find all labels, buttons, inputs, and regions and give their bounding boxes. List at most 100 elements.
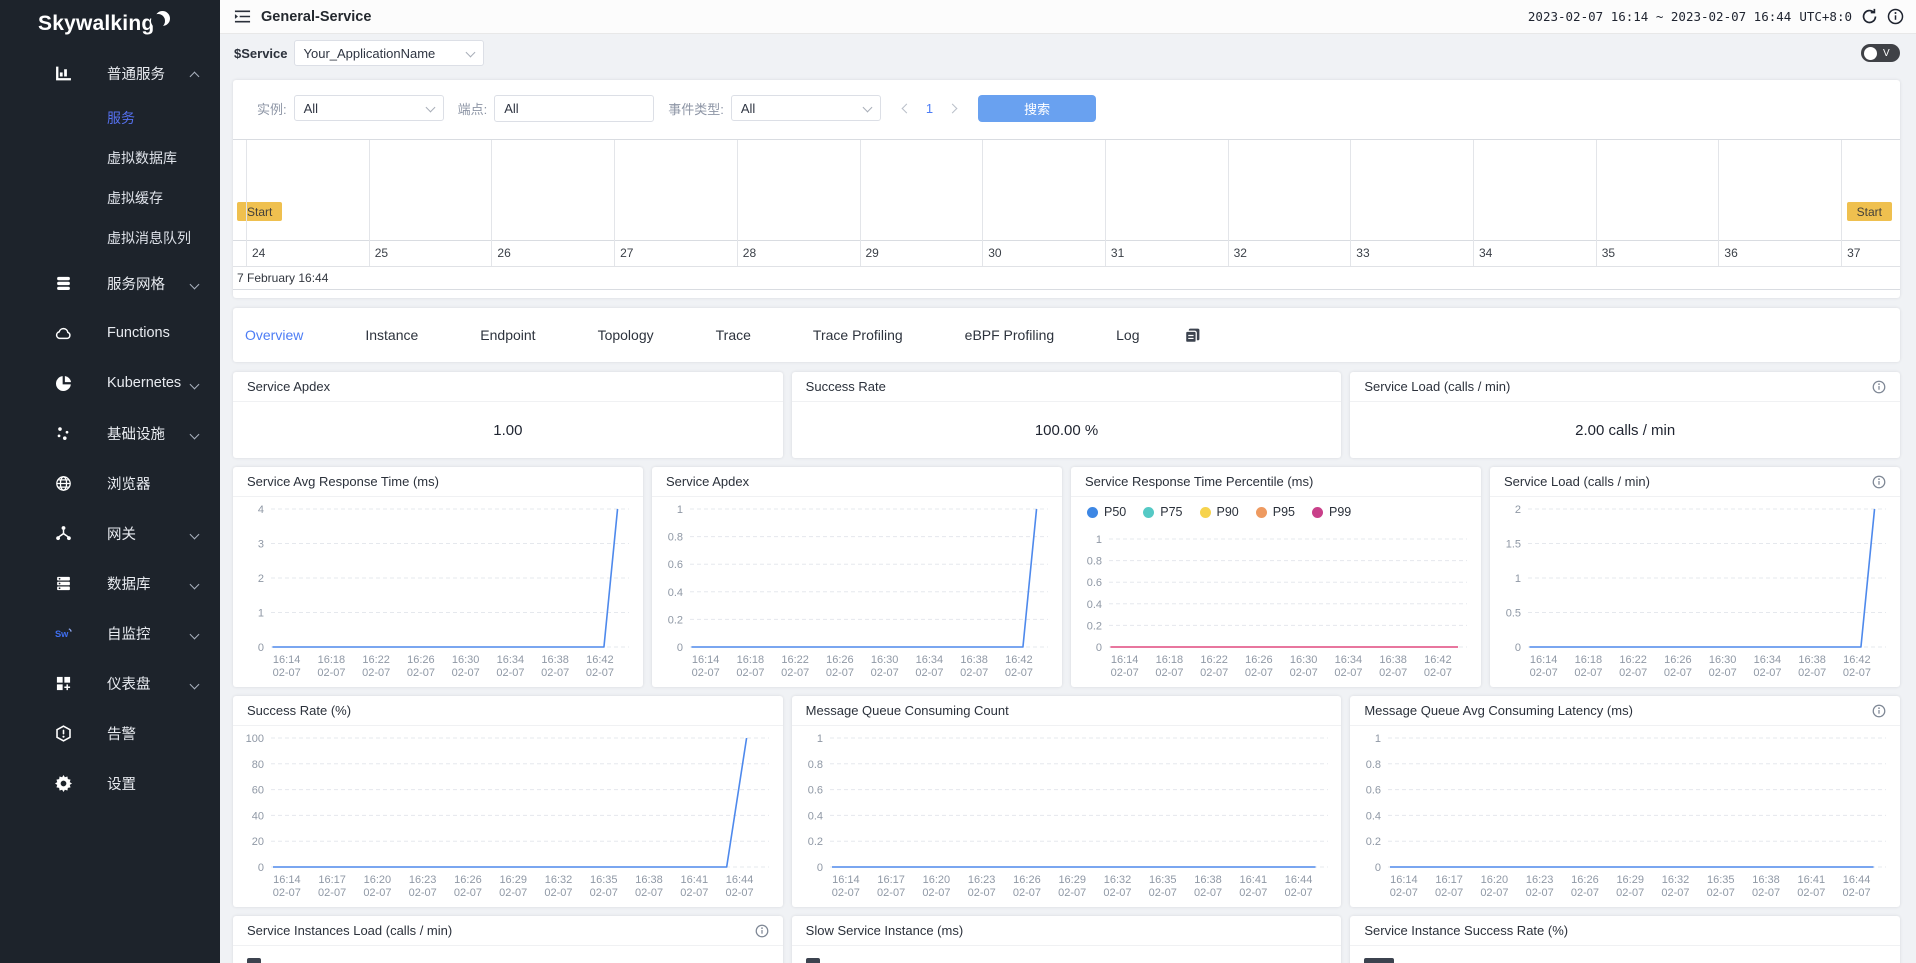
legend-item-p99[interactable]: P99 [1312, 505, 1351, 519]
service-label: $Service [234, 46, 288, 61]
event-start-badge[interactable]: Start [237, 202, 282, 221]
sidebar-item-label: 仪表盘 [107, 673, 151, 694]
sidebar-subitem-虚拟消息队列[interactable]: 虚拟消息队列 [0, 218, 220, 258]
info-icon[interactable] [1872, 704, 1886, 718]
sidebar-item-Functions[interactable]: Functions [0, 308, 220, 358]
skywalking-logo[interactable]: Skywalking [0, 0, 220, 48]
sidebar-item-自监控[interactable]: Sw自监控 [0, 608, 220, 658]
svg-text:16:22: 16:22 [1619, 654, 1647, 666]
info-icon[interactable] [755, 924, 769, 938]
sidebar-item-label: 基础设施 [107, 423, 165, 444]
svg-text:0.4: 0.4 [807, 810, 822, 822]
sidebar-item-Kubernetes[interactable]: Kubernetes [0, 358, 220, 408]
svg-text:02-07: 02-07 [273, 887, 301, 899]
sidebar-item-设置[interactable]: 设置 [0, 758, 220, 808]
timeline-gridline [1105, 140, 1106, 266]
svg-text:0.2: 0.2 [668, 614, 683, 626]
svg-text:16:44: 16:44 [1843, 874, 1871, 886]
svg-text:16:30: 16:30 [871, 654, 899, 666]
svg-text:16:44: 16:44 [1284, 874, 1312, 886]
line-chart: 4321016:1402-0716:1802-0716:2202-0716:26… [233, 497, 643, 687]
svg-text:0.6: 0.6 [1366, 785, 1381, 797]
refresh-icon[interactable] [1861, 8, 1878, 25]
svg-text:1.5: 1.5 [1506, 539, 1521, 551]
chart-card-instances-load: Service Instances Load (calls / min) [233, 916, 783, 963]
svg-text:1: 1 [1515, 573, 1521, 585]
stat-value: 2.00 calls / min [1350, 402, 1900, 458]
svg-text:16:41: 16:41 [681, 874, 709, 886]
prev-page-icon[interactable] [901, 103, 911, 113]
service-select[interactable]: Your_ApplicationName [294, 40, 484, 66]
legend-item-p95[interactable]: P95 [1256, 505, 1295, 519]
sidebar-subitem-虚拟数据库[interactable]: 虚拟数据库 [0, 138, 220, 178]
sidebar-item-label: 浏览器 [107, 473, 151, 494]
sidebar-item-仪表盘[interactable]: 仪表盘 [0, 658, 220, 708]
tab-ebpf-profiling[interactable]: eBPF Profiling [965, 327, 1054, 343]
tab-trace[interactable]: Trace [716, 327, 751, 343]
event-timeline: Start Start 7 February 16:44 24252627282… [233, 139, 1900, 289]
svg-text:02-07: 02-07 [1662, 887, 1690, 899]
svg-text:02-07: 02-07 [541, 667, 569, 679]
sidebar-item-数据库[interactable]: 数据库 [0, 558, 220, 608]
endpoint-filter-input[interactable]: All [494, 95, 654, 122]
time-range[interactable]: 2023-02-07 16:14 ~ 2023-02-07 16:44 [1528, 9, 1791, 24]
sidebar-item-label: 告警 [107, 723, 136, 744]
info-icon[interactable] [1872, 475, 1886, 489]
sidebar-item-告警[interactable]: 告警 [0, 708, 220, 758]
svg-text:16:41: 16:41 [1239, 874, 1267, 886]
tab-trace-profiling[interactable]: Trace Profiling [813, 327, 903, 343]
legend-swatch [1364, 958, 1394, 963]
tab-instance[interactable]: Instance [365, 327, 418, 343]
view-toggle[interactable]: V [1861, 44, 1900, 62]
sidebar-subitem-服务[interactable]: 服务 [0, 98, 220, 138]
sidebar-item-基础设施[interactable]: 基础设施 [0, 408, 220, 458]
sidebar-item-浏览器[interactable]: 浏览器 [0, 458, 220, 508]
sidebar-item-网关[interactable]: 网关 [0, 508, 220, 558]
tab-log[interactable]: Log [1116, 327, 1139, 343]
crescent-icon [155, 11, 171, 27]
stat-cards-row: Service Apdex 1.00 Success Rate 100.00 %… [233, 372, 1900, 458]
svg-text:16:42: 16:42 [1005, 654, 1033, 666]
legend-item-p75[interactable]: P75 [1143, 505, 1182, 519]
svg-text:16:22: 16:22 [362, 654, 390, 666]
svg-text:02-07: 02-07 [273, 667, 301, 679]
info-icon[interactable] [1887, 8, 1904, 25]
chart-title: Success Rate (%) [247, 703, 351, 718]
tab-topology[interactable]: Topology [598, 327, 654, 343]
sidebar-item-label: Kubernetes [107, 375, 181, 391]
svg-text:02-07: 02-07 [960, 667, 988, 679]
svg-text:02-07: 02-07 [877, 887, 905, 899]
svg-text:16:14: 16:14 [1530, 654, 1558, 666]
svg-text:02-07: 02-07 [915, 667, 943, 679]
skywalking-dashboard: Skywalking 普通服务服务虚拟数据库虚拟缓存虚拟消息队列服务网格Func… [0, 0, 1916, 963]
tab-overview[interactable]: Overview [245, 327, 303, 343]
event-pager: 1 [903, 101, 956, 116]
chart-title: Service Instances Load (calls / min) [247, 923, 452, 938]
search-button[interactable]: 搜索 [978, 95, 1096, 122]
svg-text:02-07: 02-07 [781, 667, 809, 679]
svg-text:16:38: 16:38 [1753, 874, 1781, 886]
svg-text:16:38: 16:38 [1379, 654, 1407, 666]
next-page-icon[interactable] [948, 103, 958, 113]
instance-filter-select[interactable]: All [294, 95, 444, 121]
collapse-sidebar-icon[interactable] [234, 8, 251, 25]
svg-text:02-07: 02-07 [1290, 667, 1318, 679]
legend-item-p50[interactable]: P50 [1087, 505, 1126, 519]
current-page[interactable]: 1 [926, 101, 933, 116]
sidebar-item-服务网格[interactable]: 服务网格 [0, 258, 220, 308]
page-title: General-Service [261, 9, 371, 25]
event-type-filter-select[interactable]: All [731, 95, 881, 121]
sidebar-subitem-虚拟缓存[interactable]: 虚拟缓存 [0, 178, 220, 218]
svg-text:02-07: 02-07 [1058, 887, 1086, 899]
svg-text:02-07: 02-07 [1379, 667, 1407, 679]
legend-item-p90[interactable]: P90 [1200, 505, 1239, 519]
tab-endpoint[interactable]: Endpoint [480, 327, 535, 343]
info-icon[interactable] [1872, 380, 1886, 394]
svg-text:02-07: 02-07 [1013, 887, 1041, 899]
copy-pages-icon[interactable] [1184, 327, 1201, 344]
timeline-tick-label: 35 [1602, 246, 1615, 260]
svg-text:16:34: 16:34 [1335, 654, 1363, 666]
sidebar-item-普通服务[interactable]: 普通服务 [0, 48, 220, 98]
sidebar-item-label: 数据库 [107, 573, 151, 594]
event-start-badge[interactable]: Start [1847, 202, 1892, 221]
